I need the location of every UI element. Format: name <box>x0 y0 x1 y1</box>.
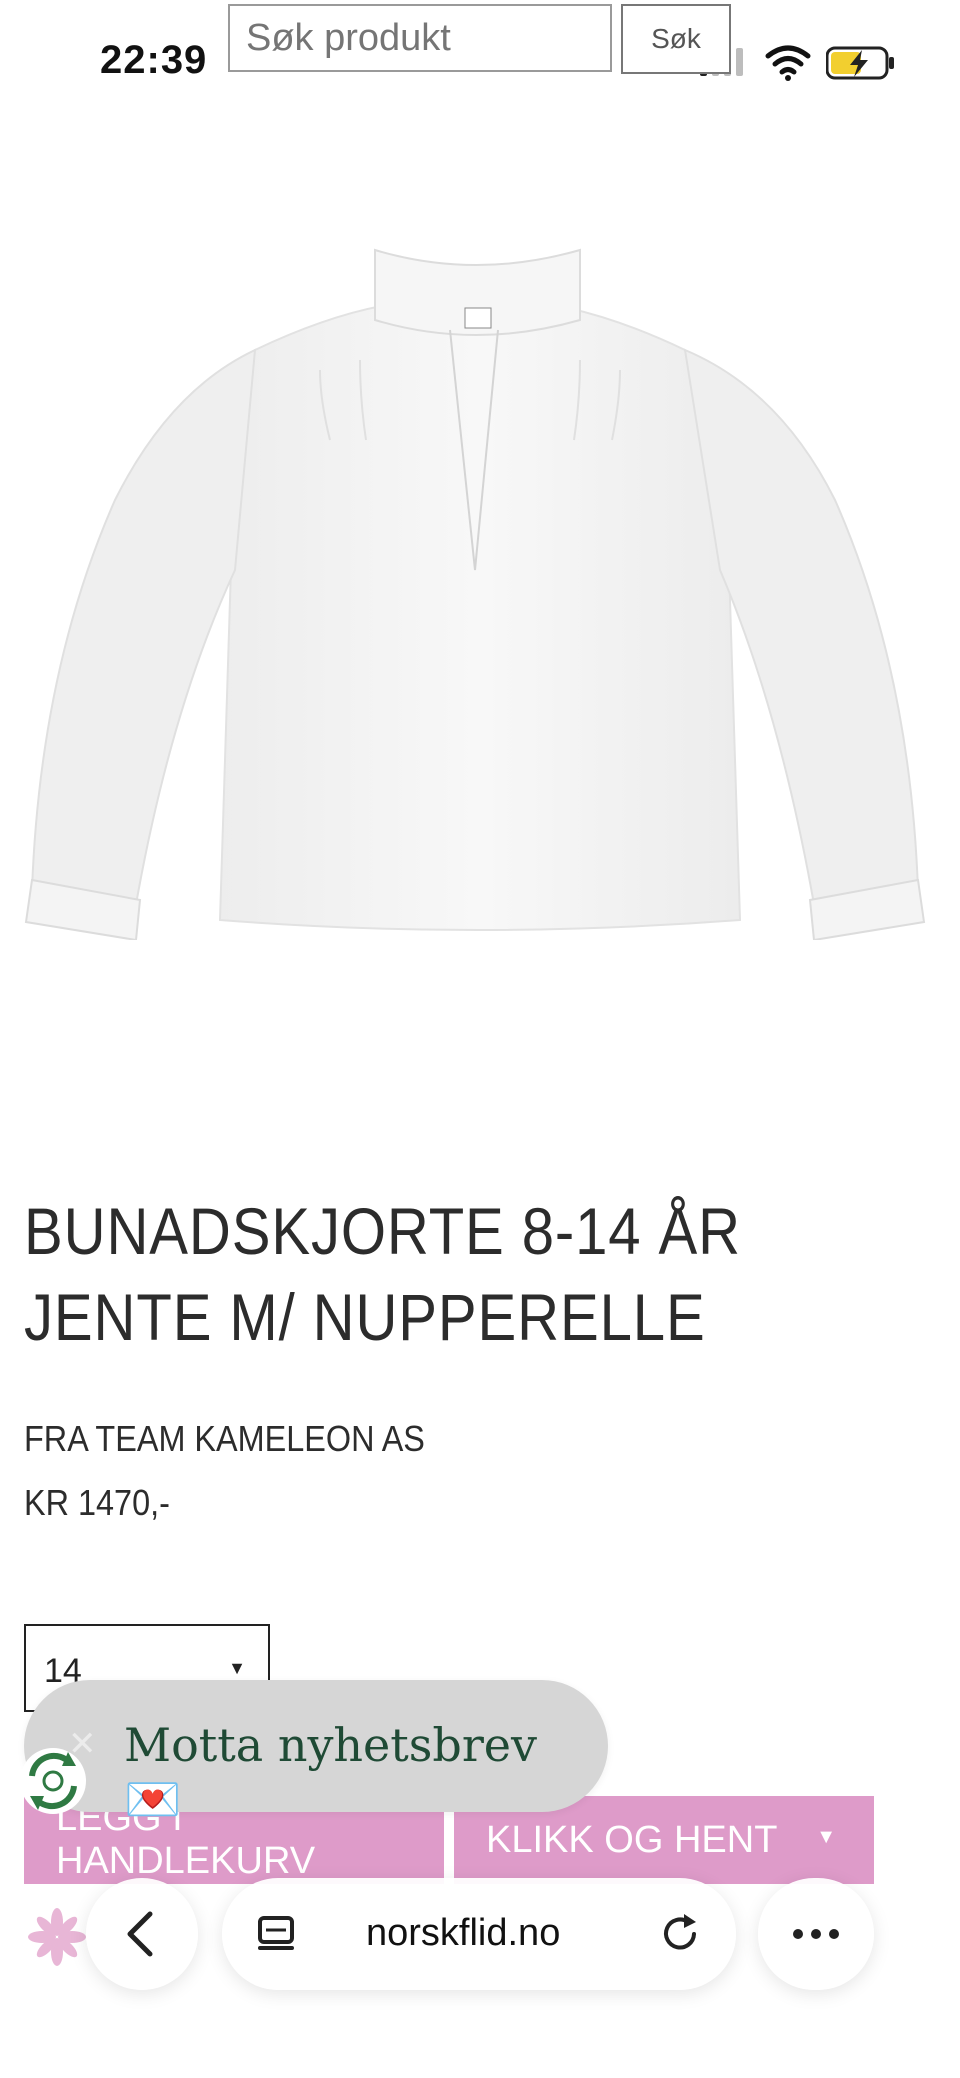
product-vendor: FRA TEAM KAMELEON AS <box>24 1418 425 1459</box>
more-icon <box>793 1929 803 1939</box>
status-time: 22:39 <box>100 38 208 82</box>
product-title: BUNADSKJORTE 8-14 ÅR JENTE M/ NUPPERELLE <box>24 1194 741 1354</box>
newsletter-label: Motta nyhetsbrev 💌 <box>124 1718 538 1826</box>
chevron-down-icon: ▼ <box>816 1826 836 1848</box>
newsletter-popup[interactable]: ✕ Motta nyhetsbrev 💌 <box>24 1680 608 1826</box>
more-button[interactable] <box>758 1878 874 1990</box>
product-image[interactable] <box>20 240 930 940</box>
chevron-left-icon <box>127 1911 153 1957</box>
wifi-icon <box>765 45 811 81</box>
chevron-down-icon: ▼ <box>228 1658 246 1678</box>
reload-icon[interactable] <box>658 1912 702 1956</box>
search-input[interactable] <box>228 4 612 72</box>
address-bar[interactable]: norskflid.no <box>222 1878 736 1990</box>
battery-charging-icon <box>826 46 894 80</box>
search-button[interactable]: Søk <box>621 4 731 74</box>
back-button[interactable] <box>86 1878 198 1990</box>
flower-logo-icon <box>28 1908 86 1966</box>
recycle-badge-icon[interactable] <box>18 1746 88 1816</box>
url-text: norskflid.no <box>366 1912 561 1954</box>
tabs-icon[interactable] <box>256 1914 296 1954</box>
product-price: KR 1470,- <box>24 1482 170 1523</box>
